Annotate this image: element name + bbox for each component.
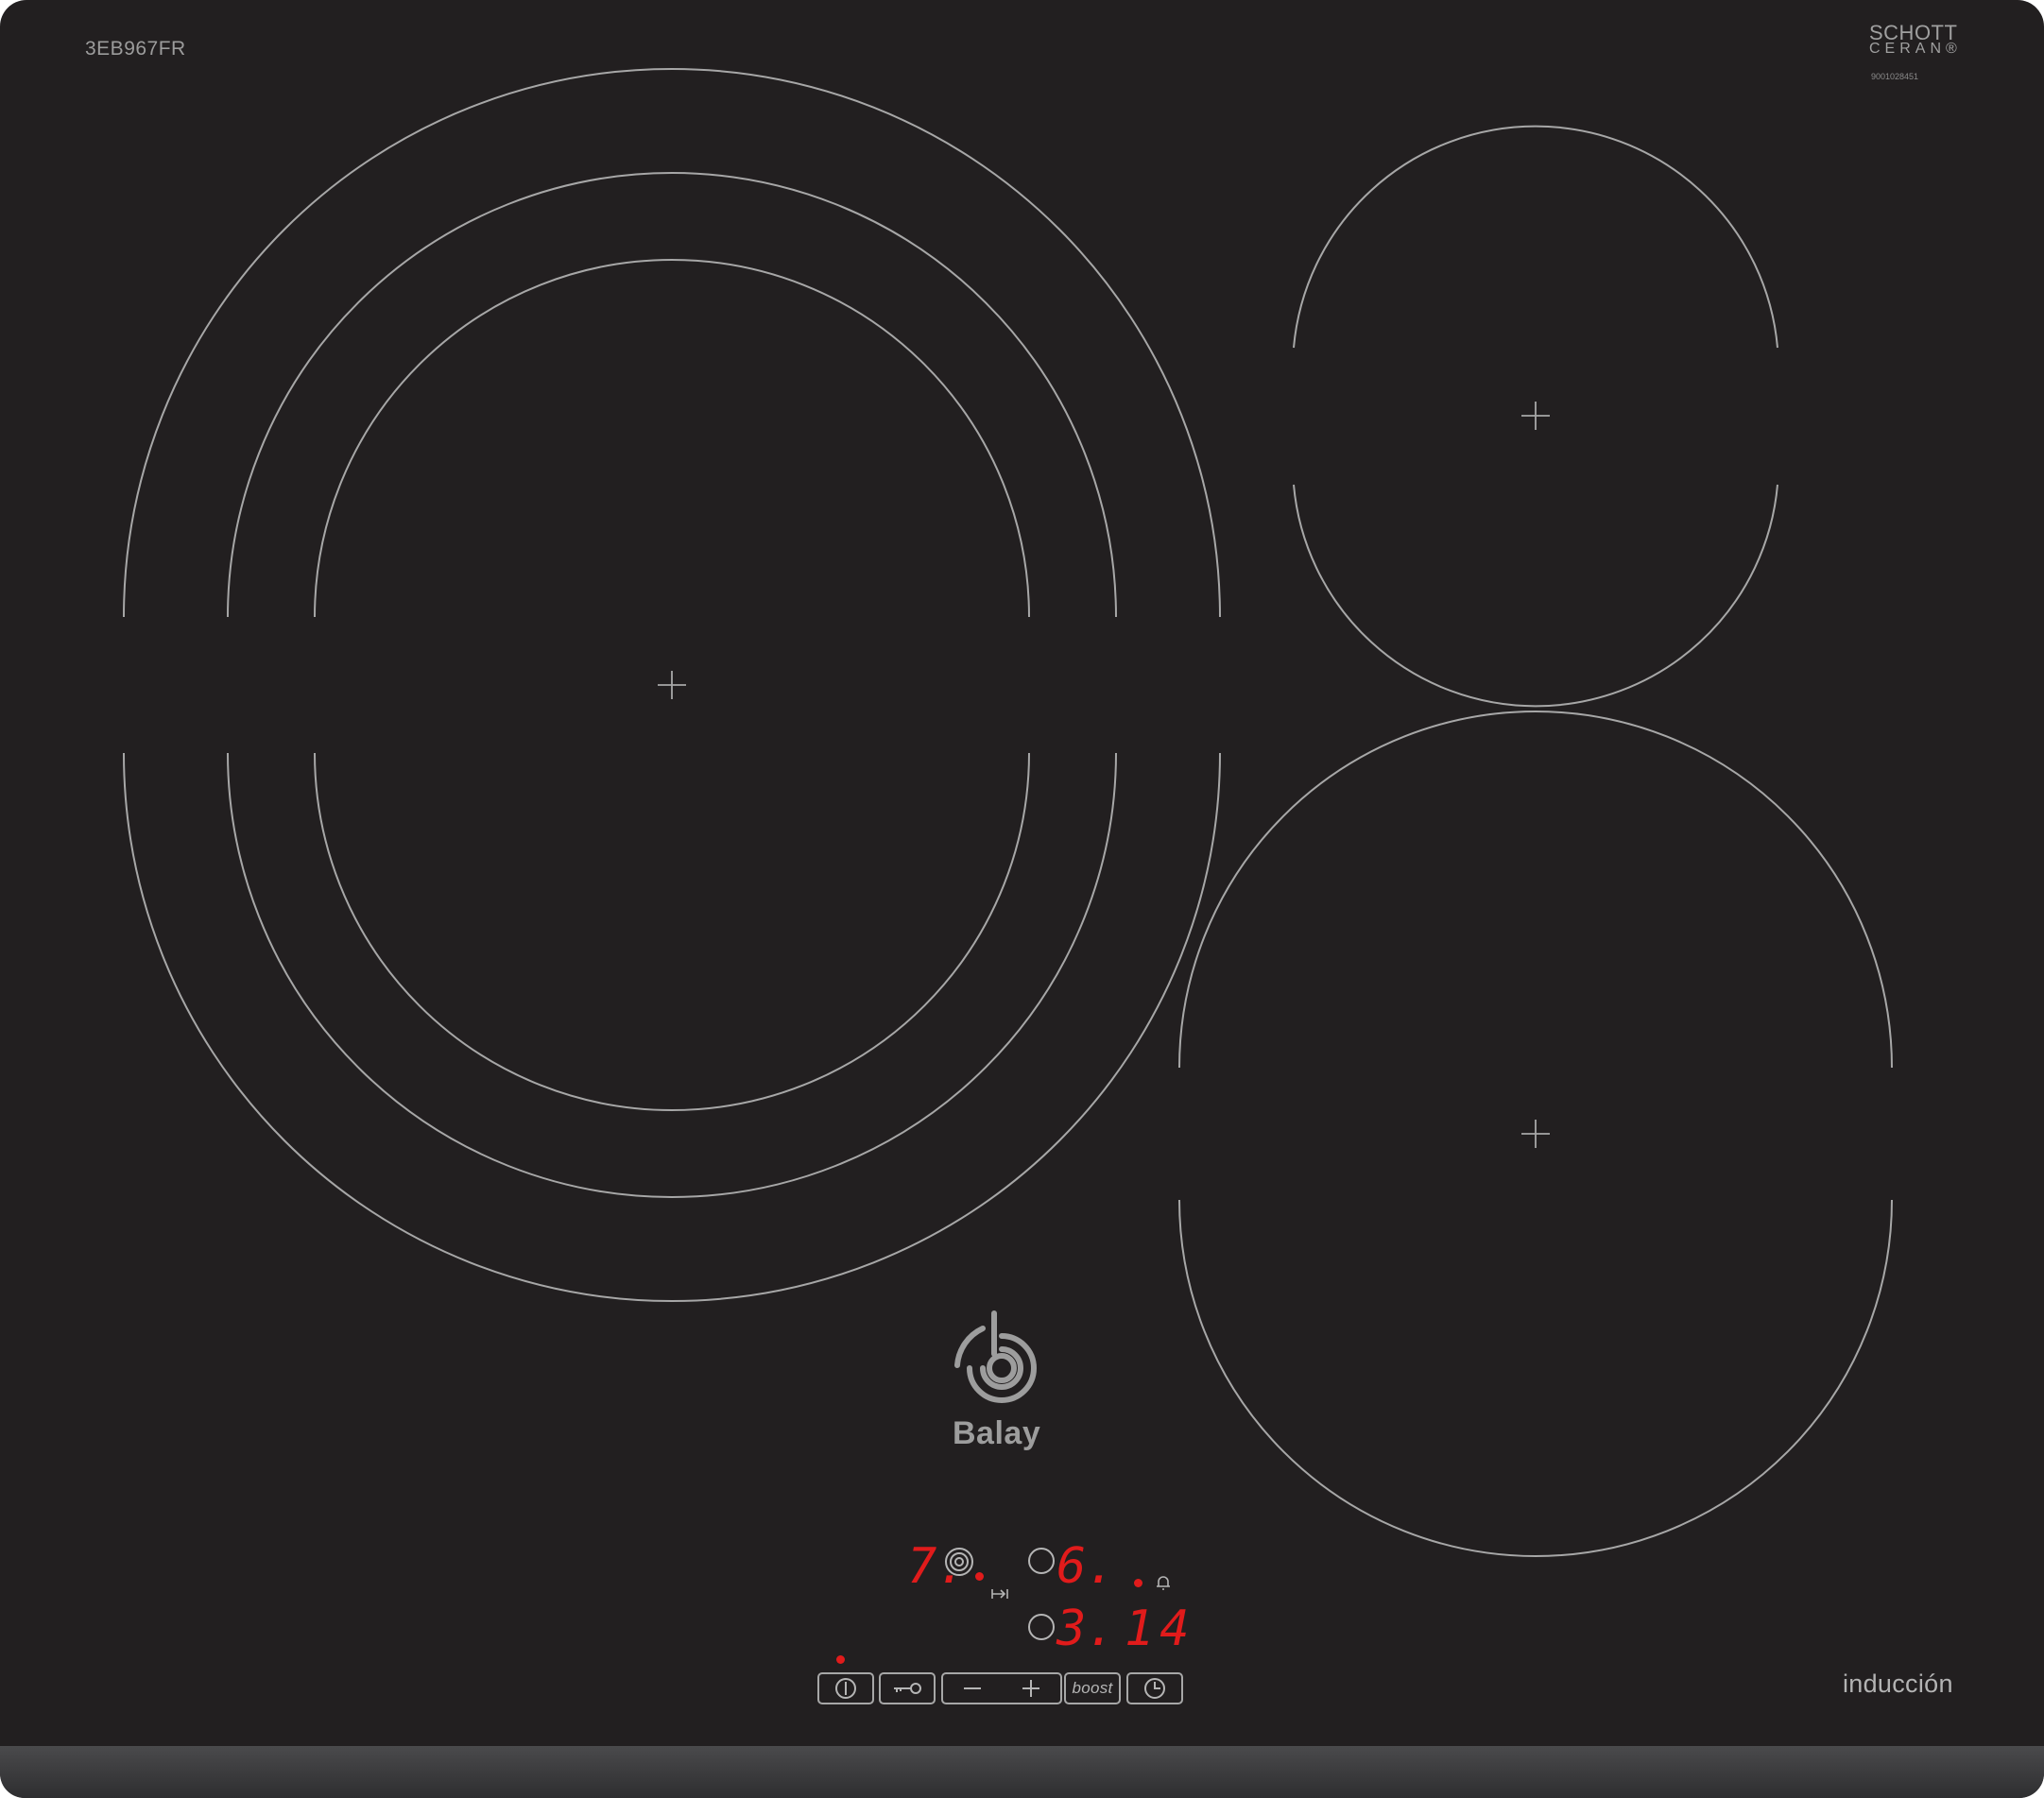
- front-bevel-edge: [0, 1746, 2044, 1798]
- brand-name: Balay: [953, 1415, 1041, 1451]
- power-icon: [835, 1678, 856, 1699]
- zone-front-right-select[interactable]: [1028, 1614, 1055, 1640]
- zone-rear-left[interactable]: [123, 68, 1221, 1302]
- arrow-bar-icon: [991, 1589, 1008, 1599]
- zone-select-indicator: [975, 1572, 984, 1581]
- zone-rear-right-select[interactable]: [1028, 1548, 1055, 1574]
- boost-button[interactable]: boost: [1064, 1672, 1121, 1704]
- induction-label: inducción: [1843, 1670, 1953, 1698]
- cooktop-surface: 3EB967FR SCHOTT CERAN® 9001028451 inducc…: [0, 0, 2044, 1798]
- zone-front-right-power-display: 3.: [1056, 1601, 1116, 1657]
- power-indicator-led: [836, 1655, 845, 1664]
- glass-brand-logo-line2: CERAN®: [1869, 41, 1962, 57]
- minus-plus-button-group: [941, 1672, 1062, 1704]
- power-button[interactable]: [817, 1672, 874, 1704]
- model-number: 3EB967FR: [85, 38, 186, 60]
- minus-button[interactable]: [961, 1677, 984, 1700]
- key-icon: [894, 1683, 921, 1694]
- cooking-zones: [123, 68, 1893, 1557]
- zone-rear-left-center-mark: [658, 671, 686, 699]
- zone-rings-icon: [945, 1548, 973, 1576]
- plus-button[interactable]: [1020, 1677, 1042, 1700]
- zone-rear-right-center-mark: [1521, 402, 1550, 430]
- balay-logo-icon: [954, 1310, 1037, 1403]
- timer-display: 14: [1125, 1601, 1195, 1657]
- serial-number: 9001028451: [1871, 72, 1919, 81]
- child-lock-button[interactable]: [879, 1672, 936, 1704]
- boost-label: boost: [1072, 1679, 1113, 1697]
- zone-rear-right[interactable]: [1293, 125, 1778, 708]
- timer-indicator-dot: [1134, 1579, 1142, 1587]
- glass-brand-logo: SCHOTT: [1869, 21, 1958, 44]
- timer-button[interactable]: [1126, 1672, 1183, 1704]
- bell-icon: [1157, 1576, 1170, 1590]
- zone-rear-right-power-display: 6.: [1056, 1538, 1116, 1595]
- zone-front-right[interactable]: [1178, 711, 1893, 1557]
- clock-icon: [1144, 1678, 1165, 1699]
- zone-front-right-center-mark: [1521, 1120, 1550, 1148]
